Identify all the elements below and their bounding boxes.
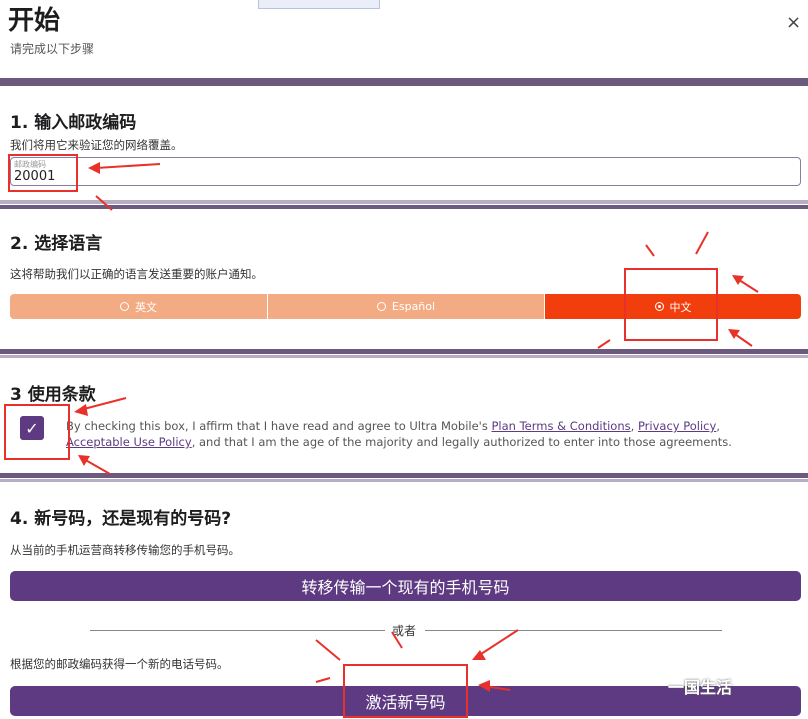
arrow-icon (597, 339, 611, 349)
arrow-icon (695, 231, 709, 255)
arrowhead-icon (88, 162, 100, 174)
arrow-icon (477, 629, 519, 657)
arrow-icon (315, 639, 341, 661)
arrow-icon (95, 163, 161, 169)
watermark: 一国生活 (668, 678, 733, 697)
arrowhead-icon (478, 680, 490, 692)
arrow-icon (95, 195, 113, 211)
annotation-arrows (74, 162, 759, 692)
arrowhead-icon (732, 275, 744, 285)
arrow-icon (79, 397, 127, 411)
arrowhead-icon (74, 404, 88, 416)
arrow-icon (645, 244, 655, 257)
arrow-icon (315, 677, 331, 683)
arrow-icon (391, 631, 403, 649)
